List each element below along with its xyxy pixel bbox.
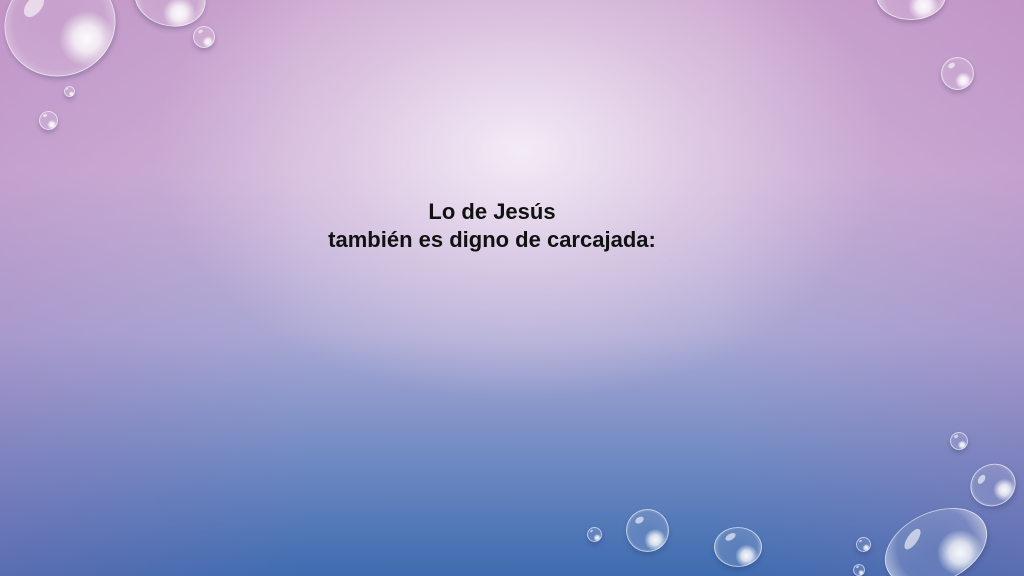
water-drop-decoration — [39, 111, 58, 130]
water-drop-decoration — [950, 432, 968, 450]
water-drop-decoration — [941, 57, 974, 90]
water-drop-decoration — [626, 509, 669, 552]
slide-title: Lo de Jesús también es digno de carcajad… — [212, 198, 772, 254]
water-drop-decoration — [856, 537, 871, 552]
water-drop-decoration — [64, 86, 75, 97]
slide: Lo de Jesús también es digno de carcajad… — [0, 0, 1024, 576]
slide-title-line-1: Lo de Jesús — [428, 199, 556, 224]
water-drop-decoration — [963, 456, 1023, 514]
water-drop-decoration — [876, 0, 946, 20]
water-drop-decoration — [714, 527, 762, 567]
water-drop-decoration — [0, 0, 131, 93]
water-drop-decoration — [587, 527, 602, 542]
water-drop-decoration — [872, 492, 1000, 576]
slide-title-line-2: también es digno de carcajada: — [328, 227, 656, 252]
water-drop-decoration — [853, 564, 865, 576]
water-drop-decoration — [193, 26, 215, 48]
